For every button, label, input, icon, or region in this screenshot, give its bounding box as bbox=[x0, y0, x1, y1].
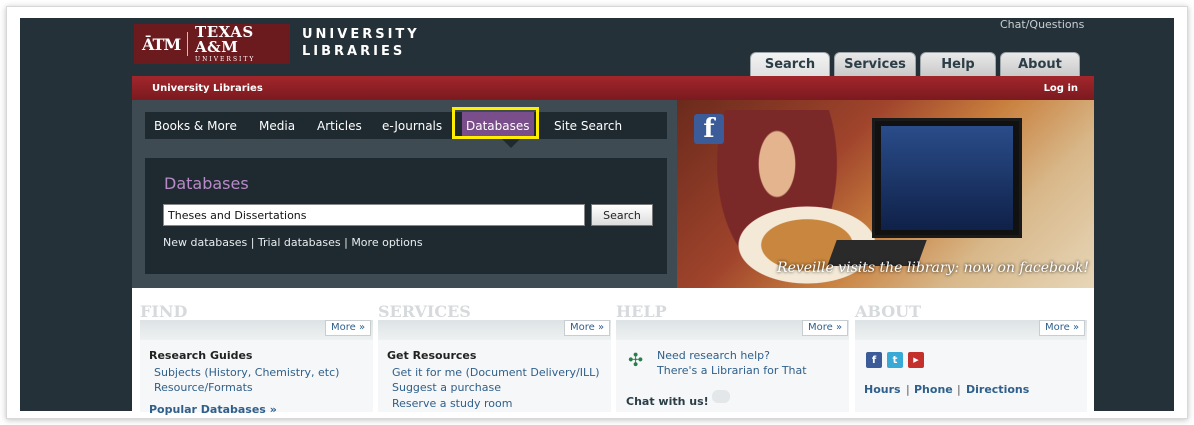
nav-site-search[interactable]: Site Search bbox=[554, 112, 622, 139]
logo-wordmark: TEXAS A&M UNIVERSITY bbox=[195, 25, 290, 63]
chat-questions-link[interactable]: Chat/Questions bbox=[1000, 18, 1084, 31]
services-more-button[interactable]: More » bbox=[564, 320, 611, 336]
youtube-icon[interactable]: ▶ bbox=[908, 352, 924, 368]
about-sep-1: | bbox=[906, 383, 910, 396]
tab-help[interactable]: Help bbox=[920, 52, 996, 76]
databases-search-button[interactable]: Search bbox=[591, 204, 653, 226]
nav-media[interactable]: Media bbox=[259, 112, 295, 139]
unilib-line1: UNIVERSITY bbox=[302, 27, 420, 42]
university-libraries-link[interactable]: University Libraries bbox=[152, 83, 263, 94]
help-heading: HELP bbox=[616, 302, 667, 321]
tab-services[interactable]: Services bbox=[834, 52, 916, 76]
suggest-purchase-link[interactable]: Suggest a purchase bbox=[392, 381, 501, 394]
popular-databases-link[interactable]: Popular Databases » bbox=[149, 403, 277, 416]
databases-links[interactable]: New databases | Trial databases | More o… bbox=[163, 236, 423, 249]
librarian-for-that-link[interactable]: There's a Librarian for That bbox=[657, 364, 807, 377]
services-heading: SERVICES bbox=[378, 302, 471, 321]
document-delivery-link[interactable]: Get it for me (Document Delivery/ILL) bbox=[392, 366, 600, 379]
databases-search-input[interactable] bbox=[163, 204, 585, 226]
about-more-button[interactable]: More » bbox=[1039, 320, 1086, 336]
reserve-study-room-link[interactable]: Reserve a study room bbox=[392, 397, 512, 410]
databases-heading: Databases bbox=[164, 174, 249, 193]
help-more-button[interactable]: More » bbox=[802, 320, 849, 336]
logo-divider bbox=[187, 32, 189, 56]
highlight-box bbox=[452, 107, 539, 139]
hours-link[interactable]: Hours bbox=[864, 383, 901, 396]
find-heading: FIND bbox=[140, 302, 188, 321]
university-libraries-title[interactable]: UNIVERSITY LIBRARIES bbox=[302, 26, 420, 60]
facebook-small-icon[interactable]: f bbox=[866, 352, 882, 368]
twitter-icon[interactable]: t bbox=[887, 352, 903, 368]
sub-header-bar: University Libraries Log in bbox=[132, 76, 1094, 100]
facebook-icon[interactable]: f bbox=[694, 114, 724, 144]
get-resources-heading: Get Resources bbox=[387, 349, 477, 362]
about-sep-2: | bbox=[957, 383, 961, 396]
promo-monitor-screen bbox=[881, 126, 1013, 230]
promo-caption: Reveille visits the library: now on face… bbox=[777, 260, 1089, 276]
about-body bbox=[855, 340, 1087, 412]
logo-name: TEXAS A&M bbox=[195, 23, 254, 56]
page-background-right bbox=[1094, 18, 1174, 411]
tamu-logo[interactable]: ĀTM TEXAS A&M UNIVERSITY bbox=[134, 24, 290, 64]
librarian-help-icon: ✣ bbox=[628, 350, 644, 371]
about-heading: ABOUT bbox=[855, 302, 922, 321]
research-guides-heading: Research Guides bbox=[149, 349, 253, 362]
page-background-left bbox=[20, 18, 132, 411]
tab-search[interactable]: Search bbox=[750, 52, 830, 76]
atm-logo-mark: ĀTM bbox=[142, 34, 181, 54]
nav-books-more[interactable]: Books & More bbox=[154, 112, 237, 139]
find-more-button[interactable]: More » bbox=[325, 320, 372, 336]
active-tab-pointer bbox=[502, 139, 520, 148]
tab-about[interactable]: About bbox=[1000, 52, 1080, 76]
directions-link[interactable]: Directions bbox=[966, 383, 1029, 396]
nav-articles[interactable]: Articles bbox=[317, 112, 362, 139]
resource-formats-link[interactable]: Resource/Formats bbox=[154, 381, 253, 394]
logo-sub: UNIVERSITY bbox=[195, 56, 256, 63]
chat-with-us-link[interactable]: Chat with us! bbox=[626, 395, 709, 408]
chat-bubble-icon bbox=[712, 390, 730, 403]
need-research-help-link[interactable]: Need research help? bbox=[657, 349, 770, 362]
unilib-line2: LIBRARIES bbox=[302, 44, 406, 59]
nav-ejournals[interactable]: e-Journals bbox=[382, 112, 442, 139]
phone-link[interactable]: Phone bbox=[914, 383, 953, 396]
login-link[interactable]: Log in bbox=[1044, 83, 1078, 94]
subjects-link[interactable]: Subjects (History, Chemistry, etc) bbox=[154, 366, 339, 379]
